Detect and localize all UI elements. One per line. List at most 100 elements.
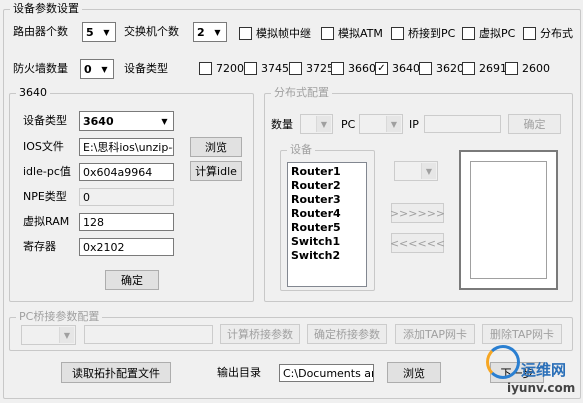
read-topology-button[interactable]: 读取拓扑配置文件 — [61, 362, 171, 383]
type-2691-label: 2691 — [479, 62, 507, 75]
type-3660-label: 3660 — [348, 62, 376, 75]
list-item[interactable]: Router5 — [291, 221, 366, 235]
check-icon: ✓ — [377, 62, 386, 74]
checkbox-distributed[interactable] — [523, 26, 536, 40]
router-count-label: 路由器个数 — [13, 25, 68, 38]
option-atm-label: 模拟ATM — [338, 27, 383, 40]
chevron-down-icon: ▼ — [386, 116, 401, 132]
panel-ok-button[interactable]: 确定 — [105, 270, 159, 290]
calc-bridge-button[interactable]: 计算桥接参数 — [220, 324, 300, 344]
dist-pc-select[interactable]: ▼ — [359, 114, 403, 134]
switch-count-value: 2 — [197, 25, 205, 39]
list-item[interactable]: Switch2 — [291, 249, 366, 263]
type-3725-label: 3725 — [306, 62, 334, 75]
checkbox-frame-relay[interactable] — [239, 26, 252, 40]
firewall-count-select[interactable]: 0 ▼ — [80, 59, 114, 79]
option-bridge-pc-label: 桥接到PC — [408, 27, 456, 40]
checkbox-2691[interactable] — [462, 62, 475, 75]
calc-idle-button[interactable]: 计算idle — [190, 161, 242, 181]
type-3640-label: 3640 — [392, 62, 420, 75]
dist-ip-input[interactable] — [424, 115, 501, 133]
panel-type-select[interactable]: 3640 ▼ — [79, 111, 174, 131]
checkbox-7200[interactable] — [199, 62, 212, 75]
switch-count-select[interactable]: 2 ▼ — [193, 22, 227, 42]
router-count-value: 5 — [86, 25, 94, 39]
output-dir-label: 输出目录 — [217, 366, 261, 379]
type-7200[interactable]: 7200 — [199, 62, 244, 75]
pc-bridge-title: PC桥接参数配置 — [19, 310, 100, 323]
checkbox-2600[interactable] — [505, 62, 518, 75]
idlepc-label: idle-pc值 — [23, 165, 71, 178]
idlepc-input[interactable]: 0x604a9964 — [79, 163, 174, 181]
type-2600[interactable]: 2600 — [505, 62, 550, 75]
device-type-label: 设备类型 — [124, 62, 168, 75]
list-item[interactable]: Router1 — [291, 165, 366, 179]
option-distributed[interactable]: 分布式 — [523, 25, 573, 41]
type-3725[interactable]: 3725 — [289, 62, 334, 75]
list-item[interactable]: Router3 — [291, 193, 366, 207]
list-item[interactable]: Router2 — [291, 179, 366, 193]
checkbox-3660[interactable] — [331, 62, 344, 75]
checkbox-atm[interactable] — [321, 26, 334, 40]
ios-label: IOS文件 — [23, 140, 64, 153]
firewall-count-value: 0 — [84, 62, 92, 76]
delete-tap-button[interactable]: 删除TAP网卡 — [482, 324, 562, 344]
dist-target-select[interactable]: ▼ — [394, 161, 438, 181]
option-distributed-label: 分布式 — [540, 27, 573, 40]
switch-count-label: 交换机个数 — [124, 25, 179, 38]
dist-ok-button[interactable]: 确定 — [508, 114, 561, 134]
checkbox-3640[interactable]: ✓ — [375, 62, 388, 75]
checkbox-3620[interactable] — [419, 62, 432, 75]
chevron-down-icon: ▼ — [210, 24, 225, 40]
checkbox-bridge-pc[interactable] — [391, 26, 404, 40]
type-3745[interactable]: 3745 — [244, 62, 289, 75]
option-atm[interactable]: 模拟ATM — [321, 25, 383, 41]
watermark-text: 运维网 — [521, 361, 567, 379]
dist-count-label: 数量 — [271, 118, 293, 131]
ios-file-input[interactable]: E:\思科ios\unzip-c3 — [79, 138, 174, 156]
bridge-select[interactable]: ▼ — [21, 325, 76, 345]
option-virtual-pc[interactable]: 虚拟PC — [462, 25, 515, 41]
chevron-down-icon: ▼ — [157, 113, 172, 129]
move-right-button[interactable]: >>>>>> — [390, 203, 445, 223]
list-item[interactable]: Switch1 — [291, 235, 366, 249]
option-bridge-pc[interactable]: 桥接到PC — [391, 25, 455, 41]
confirm-bridge-button[interactable]: 确定桥接参数 — [307, 324, 387, 344]
type-3640[interactable]: ✓ 3640 — [375, 62, 420, 75]
add-tap-button[interactable]: 添加TAP网卡 — [395, 324, 475, 344]
device-config-title: 3640 — [19, 86, 47, 99]
bridge-input[interactable] — [84, 325, 213, 344]
type-2600-label: 2600 — [522, 62, 550, 75]
dist-count-select[interactable]: ▼ — [300, 114, 333, 134]
ram-input[interactable]: 128 — [79, 213, 174, 231]
type-3620-label: 3620 — [436, 62, 464, 75]
chevron-down-icon: ▼ — [421, 163, 436, 179]
dist-devices-title: 设备 — [290, 143, 312, 156]
checkbox-3725[interactable] — [289, 62, 302, 75]
dist-target-list-inner[interactable] — [470, 161, 547, 279]
watermark-logo-icon — [486, 345, 520, 379]
chevron-down-icon: ▼ — [316, 116, 331, 132]
type-2691[interactable]: 2691 — [462, 62, 507, 75]
type-3620[interactable]: 3620 — [419, 62, 464, 75]
move-left-button[interactable]: <<<<<< — [390, 233, 445, 253]
output-browse-button[interactable]: 浏览 — [387, 362, 441, 383]
type-3660[interactable]: 3660 — [331, 62, 376, 75]
router-count-select[interactable]: 5 ▼ — [82, 22, 116, 42]
list-item[interactable]: Router4 — [291, 207, 366, 221]
ios-browse-button[interactable]: 浏览 — [190, 137, 242, 157]
option-frame-relay[interactable]: 模拟帧中继 — [239, 25, 311, 41]
checkbox-virtual-pc[interactable] — [462, 26, 475, 40]
dist-target-list[interactable] — [459, 150, 558, 290]
panel-type-value: 3640 — [83, 114, 114, 128]
option-frame-relay-label: 模拟帧中继 — [256, 27, 311, 40]
npe-label: NPE类型 — [23, 190, 67, 203]
output-dir-input[interactable]: C:\Documents and — [279, 364, 374, 382]
panel-type-label: 设备类型 — [23, 114, 67, 127]
register-input[interactable]: 0x2102 — [79, 238, 174, 256]
device-params-title: 设备参数设置 — [13, 2, 79, 15]
checkbox-3745[interactable] — [244, 62, 257, 75]
ram-label: 虚拟RAM — [23, 215, 70, 228]
firewall-count-label: 防火墙数量 — [13, 62, 68, 75]
dist-device-list[interactable]: Router1 Router2 Router3 Router4 Router5 … — [287, 162, 367, 287]
